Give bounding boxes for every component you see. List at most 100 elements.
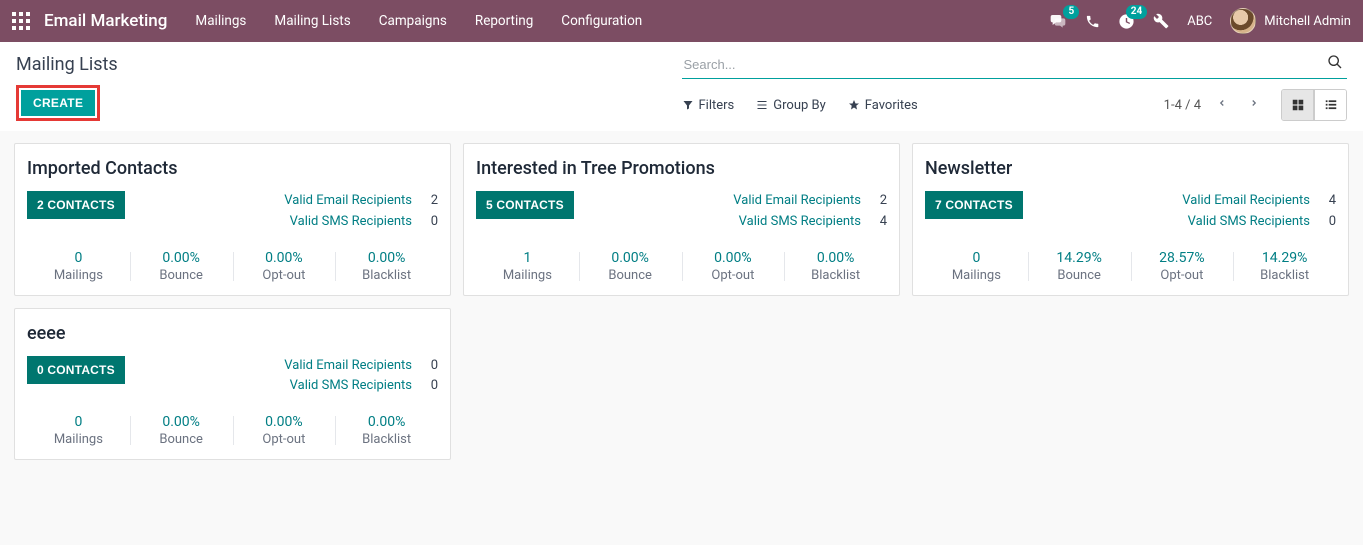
mailings-value[interactable]: 0	[27, 250, 130, 266]
valid-email-link[interactable]: Valid Email Recipients	[284, 191, 412, 212]
mailings-label: Mailings	[476, 268, 579, 283]
valid-sms-count: 0	[424, 376, 438, 397]
contacts-button[interactable]: 0 CONTACTS	[27, 356, 125, 384]
create-button[interactable]: CREATE	[21, 90, 95, 116]
contacts-button[interactable]: 2 CONTACTS	[27, 191, 125, 219]
valid-email-link[interactable]: Valid Email Recipients	[733, 191, 861, 212]
blacklist-value[interactable]: 0.00%	[335, 250, 438, 266]
contacts-button[interactable]: 5 CONTACTS	[476, 191, 574, 219]
valid-email-count: 0	[424, 356, 438, 377]
control-panel: Mailing Lists CREATE Filters Group By	[0, 42, 1363, 131]
valid-email-count: 2	[424, 191, 438, 212]
list-card[interactable]: Newsletter 7 CONTACTS Valid Email Recipi…	[912, 143, 1349, 296]
valid-email-count: 4	[1322, 191, 1336, 212]
optout-label: Opt-out	[682, 268, 785, 283]
mailings-value[interactable]: 0	[27, 414, 130, 430]
company-selector[interactable]: ABC	[1187, 14, 1212, 29]
card-title: eeee	[27, 323, 438, 344]
main-nav: Mailings Mailing Lists Campaigns Reporti…	[195, 13, 642, 29]
messages-badge: 5	[1063, 5, 1079, 19]
mailings-value[interactable]: 1	[476, 250, 579, 266]
create-highlight: CREATE	[16, 85, 100, 121]
blacklist-value[interactable]: 0.00%	[335, 414, 438, 430]
pager-prev[interactable]	[1211, 92, 1233, 118]
messages-icon[interactable]: 5	[1049, 13, 1067, 29]
bounce-label: Bounce	[1028, 268, 1131, 283]
optout-value[interactable]: 0.00%	[233, 414, 336, 430]
optout-value[interactable]: 28.57%	[1131, 250, 1234, 266]
bounce-value[interactable]: 0.00%	[130, 414, 233, 430]
kanban-view: Imported Contacts 2 CONTACTS Valid Email…	[0, 131, 1363, 472]
blacklist-label: Blacklist	[1233, 268, 1336, 283]
topbar-right: 5 24 ABC Mitchell Admin	[1049, 8, 1351, 34]
app-title[interactable]: Email Marketing	[44, 11, 167, 31]
nav-mailings[interactable]: Mailings	[195, 13, 246, 29]
topbar: Email Marketing Mailings Mailing Lists C…	[0, 0, 1363, 42]
user-name: Mitchell Admin	[1264, 14, 1351, 29]
valid-sms-link[interactable]: Valid SMS Recipients	[290, 212, 412, 233]
debug-icon[interactable]	[1153, 13, 1169, 29]
filters-label: Filters	[699, 98, 735, 113]
activities-icon[interactable]: 24	[1118, 13, 1135, 30]
optout-value[interactable]: 0.00%	[682, 250, 785, 266]
nav-campaigns[interactable]: Campaigns	[379, 13, 447, 29]
valid-sms-count: 0	[424, 212, 438, 233]
favorites-label: Favorites	[865, 98, 918, 113]
filters-dropdown[interactable]: Filters	[682, 98, 735, 113]
blacklist-label: Blacklist	[784, 268, 887, 283]
valid-sms-count: 0	[1322, 212, 1336, 233]
toolbar: Filters Group By Favorites 1-4 / 4	[682, 85, 1348, 131]
valid-email-link[interactable]: Valid Email Recipients	[1182, 191, 1310, 212]
apps-icon[interactable]	[12, 12, 30, 30]
user-menu[interactable]: Mitchell Admin	[1230, 8, 1351, 34]
avatar	[1230, 8, 1256, 34]
valid-sms-link[interactable]: Valid SMS Recipients	[290, 376, 412, 397]
contacts-button[interactable]: 7 CONTACTS	[925, 191, 1023, 219]
optout-label: Opt-out	[233, 268, 336, 283]
nav-configuration[interactable]: Configuration	[561, 13, 642, 29]
list-card[interactable]: eeee 0 CONTACTS Valid Email Recipients0 …	[14, 308, 451, 461]
view-switcher	[1281, 89, 1347, 121]
blacklist-value[interactable]: 14.29%	[1233, 250, 1336, 266]
list-view-button[interactable]	[1314, 90, 1346, 120]
nav-reporting[interactable]: Reporting	[475, 13, 533, 29]
optout-label: Opt-out	[233, 432, 336, 447]
favorites-dropdown[interactable]: Favorites	[848, 98, 918, 113]
page-title: Mailing Lists	[16, 50, 682, 75]
bounce-value[interactable]: 0.00%	[579, 250, 682, 266]
bounce-label: Bounce	[579, 268, 682, 283]
search-bar	[682, 50, 1348, 79]
blacklist-value[interactable]: 0.00%	[784, 250, 887, 266]
kanban-view-button[interactable]	[1282, 90, 1314, 120]
valid-email-link[interactable]: Valid Email Recipients	[284, 356, 412, 377]
card-title: Imported Contacts	[27, 158, 438, 179]
pager-next[interactable]	[1243, 92, 1265, 118]
valid-sms-link[interactable]: Valid SMS Recipients	[739, 212, 861, 233]
bounce-label: Bounce	[130, 268, 233, 283]
pager: 1-4 / 4	[1164, 92, 1265, 118]
mailings-label: Mailings	[925, 268, 1028, 283]
valid-sms-count: 4	[873, 212, 887, 233]
bounce-value[interactable]: 14.29%	[1028, 250, 1131, 266]
blacklist-label: Blacklist	[335, 432, 438, 447]
mailings-value[interactable]: 0	[925, 250, 1028, 266]
mailings-label: Mailings	[27, 268, 130, 283]
optout-value[interactable]: 0.00%	[233, 250, 336, 266]
pager-text[interactable]: 1-4 / 4	[1164, 98, 1201, 113]
nav-mailing-lists[interactable]: Mailing Lists	[274, 13, 350, 29]
list-card[interactable]: Interested in Tree Promotions 5 CONTACTS…	[463, 143, 900, 296]
mailings-label: Mailings	[27, 432, 130, 447]
bounce-value[interactable]: 0.00%	[130, 250, 233, 266]
groupby-dropdown[interactable]: Group By	[756, 98, 826, 113]
card-title: Interested in Tree Promotions	[476, 158, 887, 179]
valid-sms-link[interactable]: Valid SMS Recipients	[1188, 212, 1310, 233]
search-input[interactable]	[682, 51, 1324, 78]
valid-email-count: 2	[873, 191, 887, 212]
list-card[interactable]: Imported Contacts 2 CONTACTS Valid Email…	[14, 143, 451, 296]
bounce-label: Bounce	[130, 432, 233, 447]
phone-icon[interactable]	[1085, 14, 1100, 29]
card-title: Newsletter	[925, 158, 1336, 179]
search-icon[interactable]	[1323, 50, 1347, 78]
optout-label: Opt-out	[1131, 268, 1234, 283]
activities-badge: 24	[1126, 5, 1147, 19]
